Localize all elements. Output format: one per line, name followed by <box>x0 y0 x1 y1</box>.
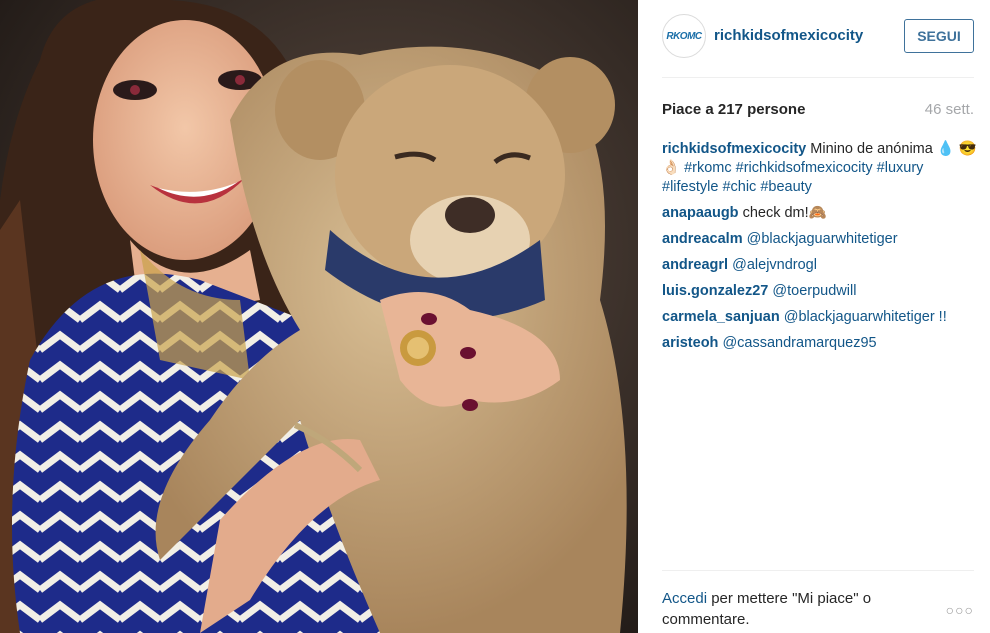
comment-mention[interactable]: @toerpudwill <box>772 283 856 299</box>
username-link[interactable]: richkidsofmexicocity <box>714 27 863 44</box>
divider <box>662 570 974 571</box>
post-photo[interactable] <box>0 0 638 633</box>
comment-user-link[interactable]: carmela_sanjuan <box>662 309 780 325</box>
list-item: andreagrl @alejvndrogl <box>662 256 980 275</box>
comment-user-link[interactable]: andreagrl <box>662 257 728 273</box>
login-link[interactable]: Accedi <box>662 590 707 607</box>
caption: richkidsofmexicocity Minino de anónima 💧… <box>662 140 980 197</box>
comment-mention[interactable]: @alejvndrogl <box>732 257 817 273</box>
post-header: RKOMC richkidsofmexicocity SEGUI <box>638 0 990 78</box>
list-item: carmela_sanjuan @blackjaguarwhitetiger !… <box>662 308 980 327</box>
likes-count[interactable]: Piace a 217 persone <box>662 101 805 118</box>
caption-user-link[interactable]: richkidsofmexicocity <box>662 141 806 157</box>
list-item: anapaaugb check dm!🙈 <box>662 204 980 223</box>
more-options-icon[interactable]: ○○○ <box>946 602 974 618</box>
list-item: andreacalm @blackjaguarwhitetiger <box>662 230 980 249</box>
comment-user-link[interactable]: aristeoh <box>662 335 718 351</box>
divider <box>662 77 974 78</box>
post-time[interactable]: 46 sett. <box>925 101 974 118</box>
comment-user-link[interactable]: luis.gonzalez27 <box>662 283 768 299</box>
comment-mention[interactable]: @cassandramarquez95 <box>722 335 876 351</box>
list-item: aristeoh @cassandramarquez95 <box>662 334 980 353</box>
avatar[interactable]: RKOMC <box>662 14 706 58</box>
comment-text: check dm!🙈 <box>742 205 827 221</box>
list-item: luis.gonzalez27 @toerpudwill <box>662 282 980 301</box>
caption-hashtags[interactable]: #rkomc #richkidsofmexicocity #luxury #li… <box>662 160 923 195</box>
comments-list: richkidsofmexicocity Minino de anónima 💧… <box>662 140 980 360</box>
follow-button[interactable]: SEGUI <box>904 19 974 53</box>
comment-user-link[interactable]: anapaaugb <box>662 205 739 221</box>
comment-mention[interactable]: @blackjaguarwhitetiger <box>747 231 898 247</box>
comment-user-link[interactable]: andreacalm <box>662 231 743 247</box>
post-info-panel: RKOMC richkidsofmexicocity SEGUI Piace a… <box>638 0 990 633</box>
login-prompt: Accedi per mettere "Mi piace" o commenta… <box>662 588 932 630</box>
comment-mention[interactable]: @blackjaguarwhitetiger !! <box>784 309 947 325</box>
photo-illustration <box>0 0 638 633</box>
